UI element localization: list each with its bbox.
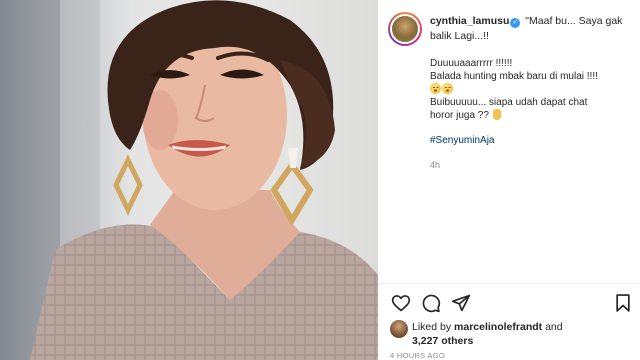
likes-prefix: Liked by [412,321,452,333]
crazy-face-emoji-icon [442,83,453,94]
caption-header: cynthia_lamusu ✓ "Maaf bu... Saya gak bal… [430,14,636,44]
liker-username-link[interactable]: marcelinolefrandt [454,321,542,333]
like-button[interactable] [390,292,412,314]
action-bar [390,292,634,314]
post-details-panel: cynthia_lamusu ✓ "Maaf bu... Saya gak bal… [378,0,640,360]
pointing-hand-emoji-icon [492,109,501,120]
comment-button[interactable] [420,292,442,314]
caption-line-with-emoji: horor juga ?? [430,109,635,123]
post-time-ago[interactable]: 4h [430,159,635,172]
divider [378,283,640,284]
liker-avatar[interactable] [390,320,408,338]
heart-icon [391,295,411,312]
likes-text: Liked by marcelinolefrandt and 3,227 oth… [412,320,634,348]
profile-avatar-image [390,14,420,44]
paper-plane-icon [451,294,471,312]
post-photo[interactable] [0,0,378,360]
caption-line: Buibuuuuu... siapa udah dapat chat [430,96,588,108]
emoji-row [430,83,635,97]
crazy-face-emoji-icon [430,83,441,94]
bookmark-icon [616,294,630,312]
caption-line: Balada hunting mbak baru di mulai !!!! [430,70,598,82]
caption-body: Duuuuaaarrrrr !!!!!! Balada hunting mbak… [430,58,635,172]
hashtag-link[interactable]: #SenyuminAja [430,135,635,148]
comment-icon [422,294,441,313]
post-header: cynthia_lamusu ✓ "Maaf bu... Saya gak bal… [388,12,636,48]
username-link[interactable]: cynthia_lamusu [430,15,509,27]
likes-count-link[interactable]: 3,227 others [412,335,473,347]
likes-and: and [545,321,563,333]
save-button[interactable] [612,292,634,314]
likes-summary: Liked by marcelinolefrandt and 3,227 oth… [390,319,636,347]
caption-line: Duuuuaaarrrrr !!!!!! [430,58,513,69]
verified-badge-icon: ✓ [510,18,521,28]
profile-avatar[interactable] [388,12,422,46]
share-button[interactable] [450,292,472,314]
woman-portrait-image [0,0,378,360]
caption-line: horor juga ?? [430,110,489,121]
post-timestamp[interactable]: 4 HOURS AGO [390,351,445,360]
